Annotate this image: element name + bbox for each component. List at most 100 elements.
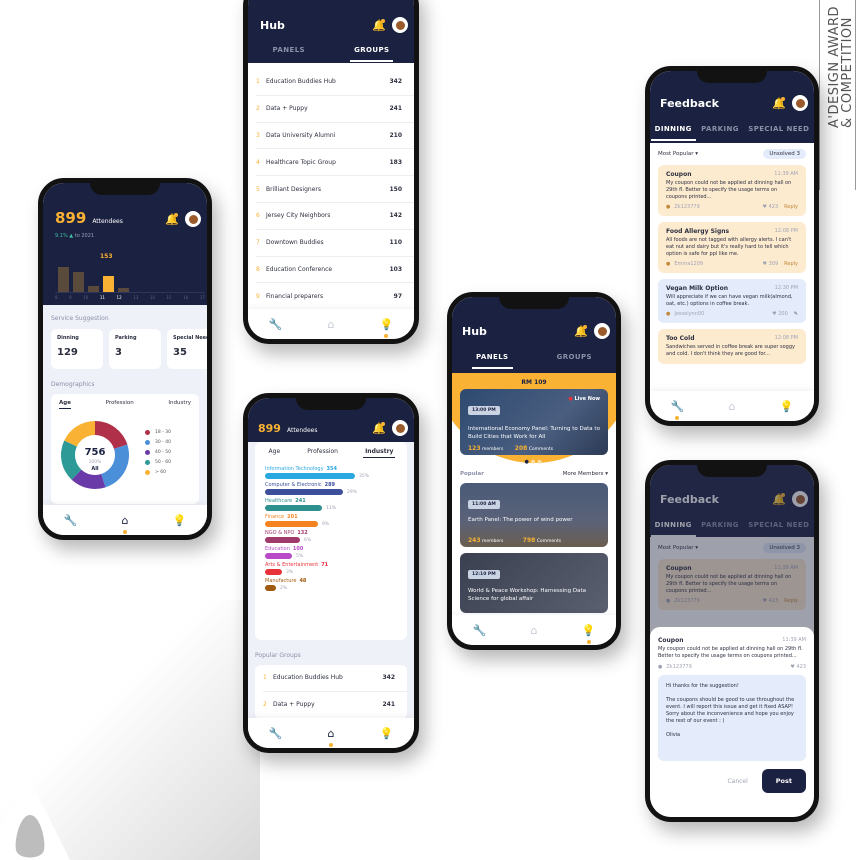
avatar[interactable] [392, 17, 408, 33]
bottom-nav: 🔧 ⌂ 💡 [452, 615, 616, 645]
group-row[interactable]: 1 Education Buddies Hub 342 [256, 69, 414, 96]
group-row[interactable]: 8 Education Conference 103 [256, 257, 414, 284]
bell-icon[interactable]: 🔔 [372, 19, 386, 32]
hour-bar[interactable] [103, 275, 114, 292]
industry-body: Age Profession Industry Information Tech… [248, 442, 414, 748]
service-card[interactable]: Dinning 129 [51, 329, 103, 369]
tab-age[interactable]: Age [267, 446, 283, 458]
home-icon[interactable]: ⌂ [321, 727, 341, 747]
feedback-card[interactable]: Vegan Milk Option 12:30 PM Will appreciate… [658, 279, 806, 323]
feedback-body: All foods are not tagged with allergy al… [666, 237, 792, 257]
service-card[interactable]: Parking 3 [109, 329, 161, 369]
post-button[interactable]: Post [761, 769, 806, 793]
panel-comments-count: 798 [522, 537, 536, 544]
reply-textarea[interactable]: Hi thanks for the suggestion! The coupon… [658, 675, 806, 761]
group-count: 142 [389, 212, 402, 220]
hour-bar[interactable] [58, 266, 69, 292]
group-row[interactable]: 1 Education Buddies Hub 342 [263, 665, 407, 692]
home-icon[interactable]: ⌂ [524, 624, 544, 637]
wrench-icon[interactable]: 🔧 [469, 624, 489, 637]
featured-panel-card[interactable]: 13:00 PM ● Live Now International Econom… [460, 389, 608, 455]
panel-card[interactable]: 12:10 PM World & Peace Workshop: Harness… [460, 553, 608, 613]
bell-icon[interactable]: 🔔 [772, 97, 786, 110]
avatar[interactable] [594, 323, 610, 339]
bulb-icon[interactable]: 💡 [376, 727, 396, 740]
tab-industry[interactable]: Industry [363, 446, 396, 458]
tab-panels[interactable]: PANELS [472, 347, 513, 369]
donut-slice[interactable] [64, 421, 95, 447]
group-row[interactable]: 7 Downtown Buddies 110 [256, 230, 414, 257]
avatar[interactable] [392, 420, 408, 436]
industry-bar[interactable] [265, 473, 355, 479]
service-card[interactable]: Special Needs 35 [167, 329, 207, 369]
industry-bar[interactable] [265, 537, 300, 543]
group-row[interactable]: 6 Jersey City Neighbors 142 [256, 203, 414, 230]
industry-bar[interactable] [265, 489, 343, 495]
avatar[interactable] [185, 211, 201, 227]
cancel-button[interactable]: Cancel [727, 778, 747, 785]
hour-tick-label: 13 [133, 295, 139, 300]
hour-tick-label: 8 [55, 295, 58, 300]
tab-profession[interactable]: Profession [106, 400, 134, 409]
group-rank: 5 [256, 185, 260, 193]
hour-axis: 8 9 10 11 12 13 14 15 16 17 [55, 295, 205, 300]
group-name: Healthcare Topic Group [266, 158, 336, 166]
home-icon[interactable]: ⌂ [321, 318, 341, 331]
group-name: Education Buddies Hub [273, 674, 343, 682]
group-row[interactable]: 5 Brilliant Designers 150 [256, 176, 414, 203]
feedback-card[interactable]: Coupon 11:39 AM My coupon could not be app… [658, 165, 806, 216]
donut-slice[interactable] [95, 421, 128, 449]
wrench-icon[interactable]: 🔧 [60, 514, 80, 527]
group-row[interactable]: 3 Data University Alumni 210 [256, 123, 414, 150]
reply-button[interactable]: Reply [784, 261, 798, 267]
tab-dinning[interactable]: DINNING [650, 119, 696, 141]
tab-age[interactable]: Age [59, 400, 71, 409]
bulb-icon[interactable]: 💡 [579, 624, 599, 644]
industry-percent: 11% [326, 505, 337, 511]
unsolved-filter[interactable]: Unsolved 3 [763, 149, 806, 159]
panel-card[interactable]: 11:00 AM Earth Panel: The power of wind … [460, 483, 608, 547]
wrench-icon[interactable]: 🔧 [266, 318, 286, 331]
carousel-dot[interactable]: ● [537, 459, 543, 465]
legend-swatch [145, 460, 150, 465]
tab-profession[interactable]: Profession [305, 446, 340, 458]
sort-dropdown[interactable]: Most Popular ▾ [658, 151, 698, 157]
group-row[interactable]: 4 Healthcare Topic Group 183 [256, 149, 414, 177]
reply-button[interactable]: Reply [784, 204, 798, 210]
bulb-icon[interactable]: 💡 [777, 400, 797, 413]
tab-groups[interactable]: GROUPS [553, 347, 596, 369]
group-row[interactable]: 2 Data + Puppy 241 [263, 692, 407, 719]
live-badge: ● Live Now [568, 396, 600, 402]
sort-dropdown[interactable]: More Members ▾ [563, 471, 608, 477]
tab-panels[interactable]: PANELS [269, 40, 309, 62]
industry-bar[interactable] [265, 505, 322, 511]
industry-bar[interactable] [265, 585, 276, 591]
bell-icon[interactable]: 🔔 [372, 422, 386, 435]
group-row[interactable]: 2 Data + Puppy 241 [256, 96, 414, 123]
feedback-card[interactable]: Food Allergy Signs 12:08 PM All foods are … [658, 222, 806, 273]
hour-bar[interactable] [73, 271, 84, 292]
hour-bar[interactable] [88, 286, 99, 292]
group-row[interactable]: 9 Financial preparers 97 [256, 283, 414, 311]
edit-icon[interactable]: ✎ [794, 311, 798, 317]
bulb-icon[interactable]: 💡 [170, 514, 190, 527]
tab-parking[interactable]: PARKING [697, 119, 743, 141]
tab-groups[interactable]: GROUPS [350, 40, 394, 62]
bulb-icon[interactable]: 💡 [376, 318, 396, 338]
phone-notch [697, 71, 767, 83]
avatar[interactable] [792, 95, 808, 111]
bell-icon[interactable]: 🔔 [165, 213, 179, 226]
hour-bar[interactable] [118, 288, 129, 292]
home-icon[interactable]: ⌂ [722, 400, 742, 413]
tab-industry[interactable]: Industry [168, 400, 191, 409]
wrench-icon[interactable]: 🔧 [667, 400, 687, 420]
wrench-icon[interactable]: 🔧 [266, 727, 286, 740]
feedback-card[interactable]: Too Cold 12:08 PM Sandwiches served in cof… [658, 329, 806, 364]
tab-special-need[interactable]: SPECIAL NEED [744, 119, 813, 141]
industry-bar[interactable] [265, 569, 282, 575]
heart-icon[interactable]: ♥ [790, 664, 794, 670]
industry-bar[interactable] [265, 521, 318, 527]
industry-bar[interactable] [265, 553, 292, 559]
bell-icon[interactable]: 🔔 [574, 325, 588, 338]
home-icon[interactable]: ⌂ [115, 514, 135, 534]
